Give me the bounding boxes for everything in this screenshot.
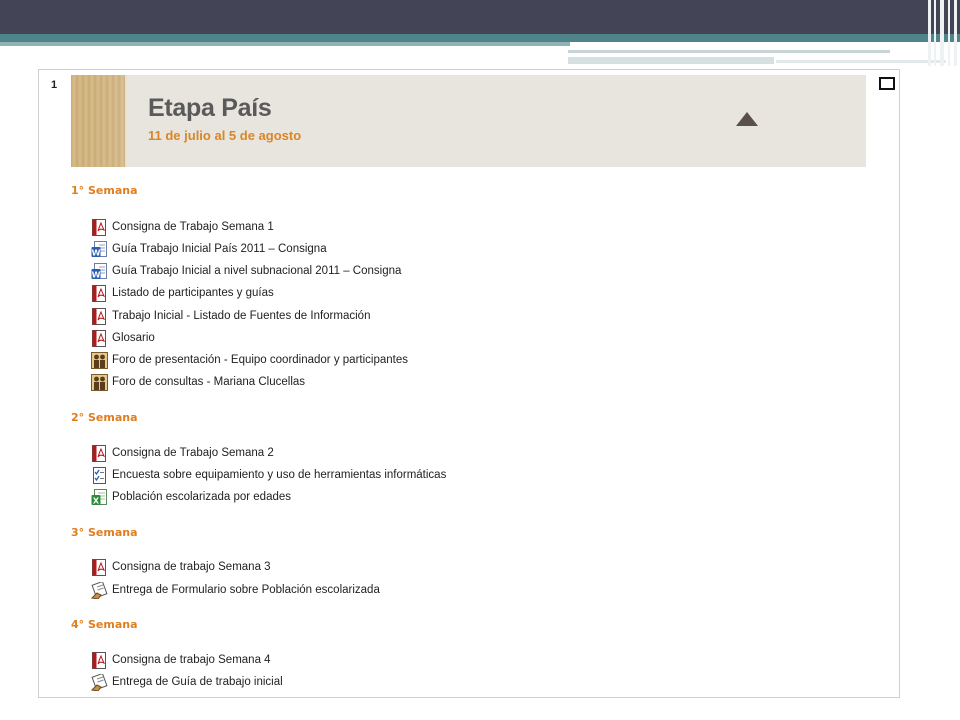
resource-link[interactable]: W Guía Trabajo Inicial a nivel subnacion… (91, 262, 401, 280)
slide-decor-line (776, 60, 946, 63)
week-heading: 1° Semana (71, 184, 138, 197)
section-number: 1 (51, 79, 58, 91)
resource-link[interactable]: W Guía Trabajo Inicial País 2011 – Consi… (91, 240, 327, 258)
resource-link[interactable]: Trabajo Inicial - Listado de Fuentes de … (91, 307, 370, 325)
resource-label: Consigna de trabajo Semana 3 (112, 561, 271, 573)
resource-label: Consigna de Trabajo Semana 2 (112, 447, 274, 459)
slide-decor-line (568, 57, 774, 64)
slide-corner-decoration (926, 0, 960, 66)
word-doc-icon: W (91, 262, 108, 280)
resource-link[interactable]: Foro de presentación - Equipo coordinado… (91, 351, 408, 369)
resource-label: Guía Trabajo Inicial a nivel subnacional… (112, 265, 402, 277)
resource-label: Consigna de Trabajo Semana 1 (112, 221, 274, 233)
resource-label: Entrega de Formulario sobre Población es… (112, 584, 380, 596)
week-heading: 3° Semana (71, 526, 138, 539)
slide-teal-strip (0, 34, 960, 42)
banner-title: Etapa País (148, 94, 272, 122)
resource-link[interactable]: Glosario (91, 329, 155, 347)
resource-link[interactable]: Encuesta sobre equipamiento y uso de her… (91, 466, 446, 484)
resource-label: Foro de consultas - Mariana Clucellas (112, 376, 306, 388)
resource-link[interactable]: Consigna de Trabajo Semana 1 (91, 218, 274, 236)
pdf-icon (91, 218, 108, 236)
slide-teal-substrip (0, 42, 570, 46)
resource-label: Glosario (112, 332, 155, 344)
svg-text:X: X (93, 496, 100, 505)
survey-icon (91, 466, 108, 484)
resource-link[interactable]: Listado de participantes y guías (91, 284, 274, 302)
resource-label: Trabajo Inicial - Listado de Fuentes de … (112, 310, 371, 322)
resource-label: Entrega de Guía de trabajo inicial (112, 676, 283, 688)
excel-icon: X (91, 488, 108, 506)
banner-subtitle: 11 de julio al 5 de agosto (148, 128, 302, 143)
pdf-icon (91, 558, 108, 576)
slide-top-bar (0, 0, 960, 34)
resource-link[interactable]: X Población escolarizada por edades (91, 488, 291, 506)
resource-link[interactable]: Entrega de Formulario sobre Población es… (91, 581, 380, 599)
pdf-icon (91, 651, 108, 669)
section-banner: Etapa País 11 de julio al 5 de agosto (71, 75, 866, 167)
resource-label: Guía Trabajo Inicial País 2011 – Consign… (112, 243, 327, 255)
resource-link[interactable]: Consigna de trabajo Semana 3 (91, 558, 271, 576)
week-heading: 2° Semana (71, 411, 138, 424)
pdf-icon (91, 307, 108, 325)
resource-link[interactable]: Entrega de Guía de trabajo inicial (91, 673, 283, 691)
pdf-icon (91, 329, 108, 347)
svg-text:W: W (92, 270, 101, 279)
resource-label: Listado de participantes y guías (112, 287, 274, 299)
word-doc-icon: W (91, 240, 108, 258)
resource-link[interactable]: Foro de consultas - Mariana Clucellas (91, 373, 305, 391)
triangle-up-icon (736, 112, 758, 126)
pdf-icon (91, 284, 108, 302)
week-heading: 4° Semana (71, 618, 138, 631)
resource-label: Encuesta sobre equipamiento y uso de her… (112, 469, 447, 481)
resource-label: Consigna de trabajo Semana 4 (112, 654, 271, 666)
resource-label: Foro de presentación - Equipo coordinado… (112, 354, 408, 366)
resource-label: Población escolarizada por edades (112, 491, 292, 503)
resource-link[interactable]: Consigna de trabajo Semana 4 (91, 651, 271, 669)
course-section-panel: 1 Etapa País 11 de julio al 5 de agosto … (38, 69, 900, 698)
banner-texture (71, 75, 125, 167)
assignment-icon (91, 581, 108, 599)
assignment-icon (91, 673, 108, 691)
pdf-icon (91, 444, 108, 462)
svg-text:W: W (92, 248, 101, 257)
slide-decor-line (568, 50, 890, 53)
section-toggle-button[interactable] (879, 77, 895, 90)
resource-link[interactable]: Consigna de Trabajo Semana 2 (91, 444, 274, 462)
forum-icon (91, 373, 108, 391)
forum-icon (91, 351, 108, 369)
